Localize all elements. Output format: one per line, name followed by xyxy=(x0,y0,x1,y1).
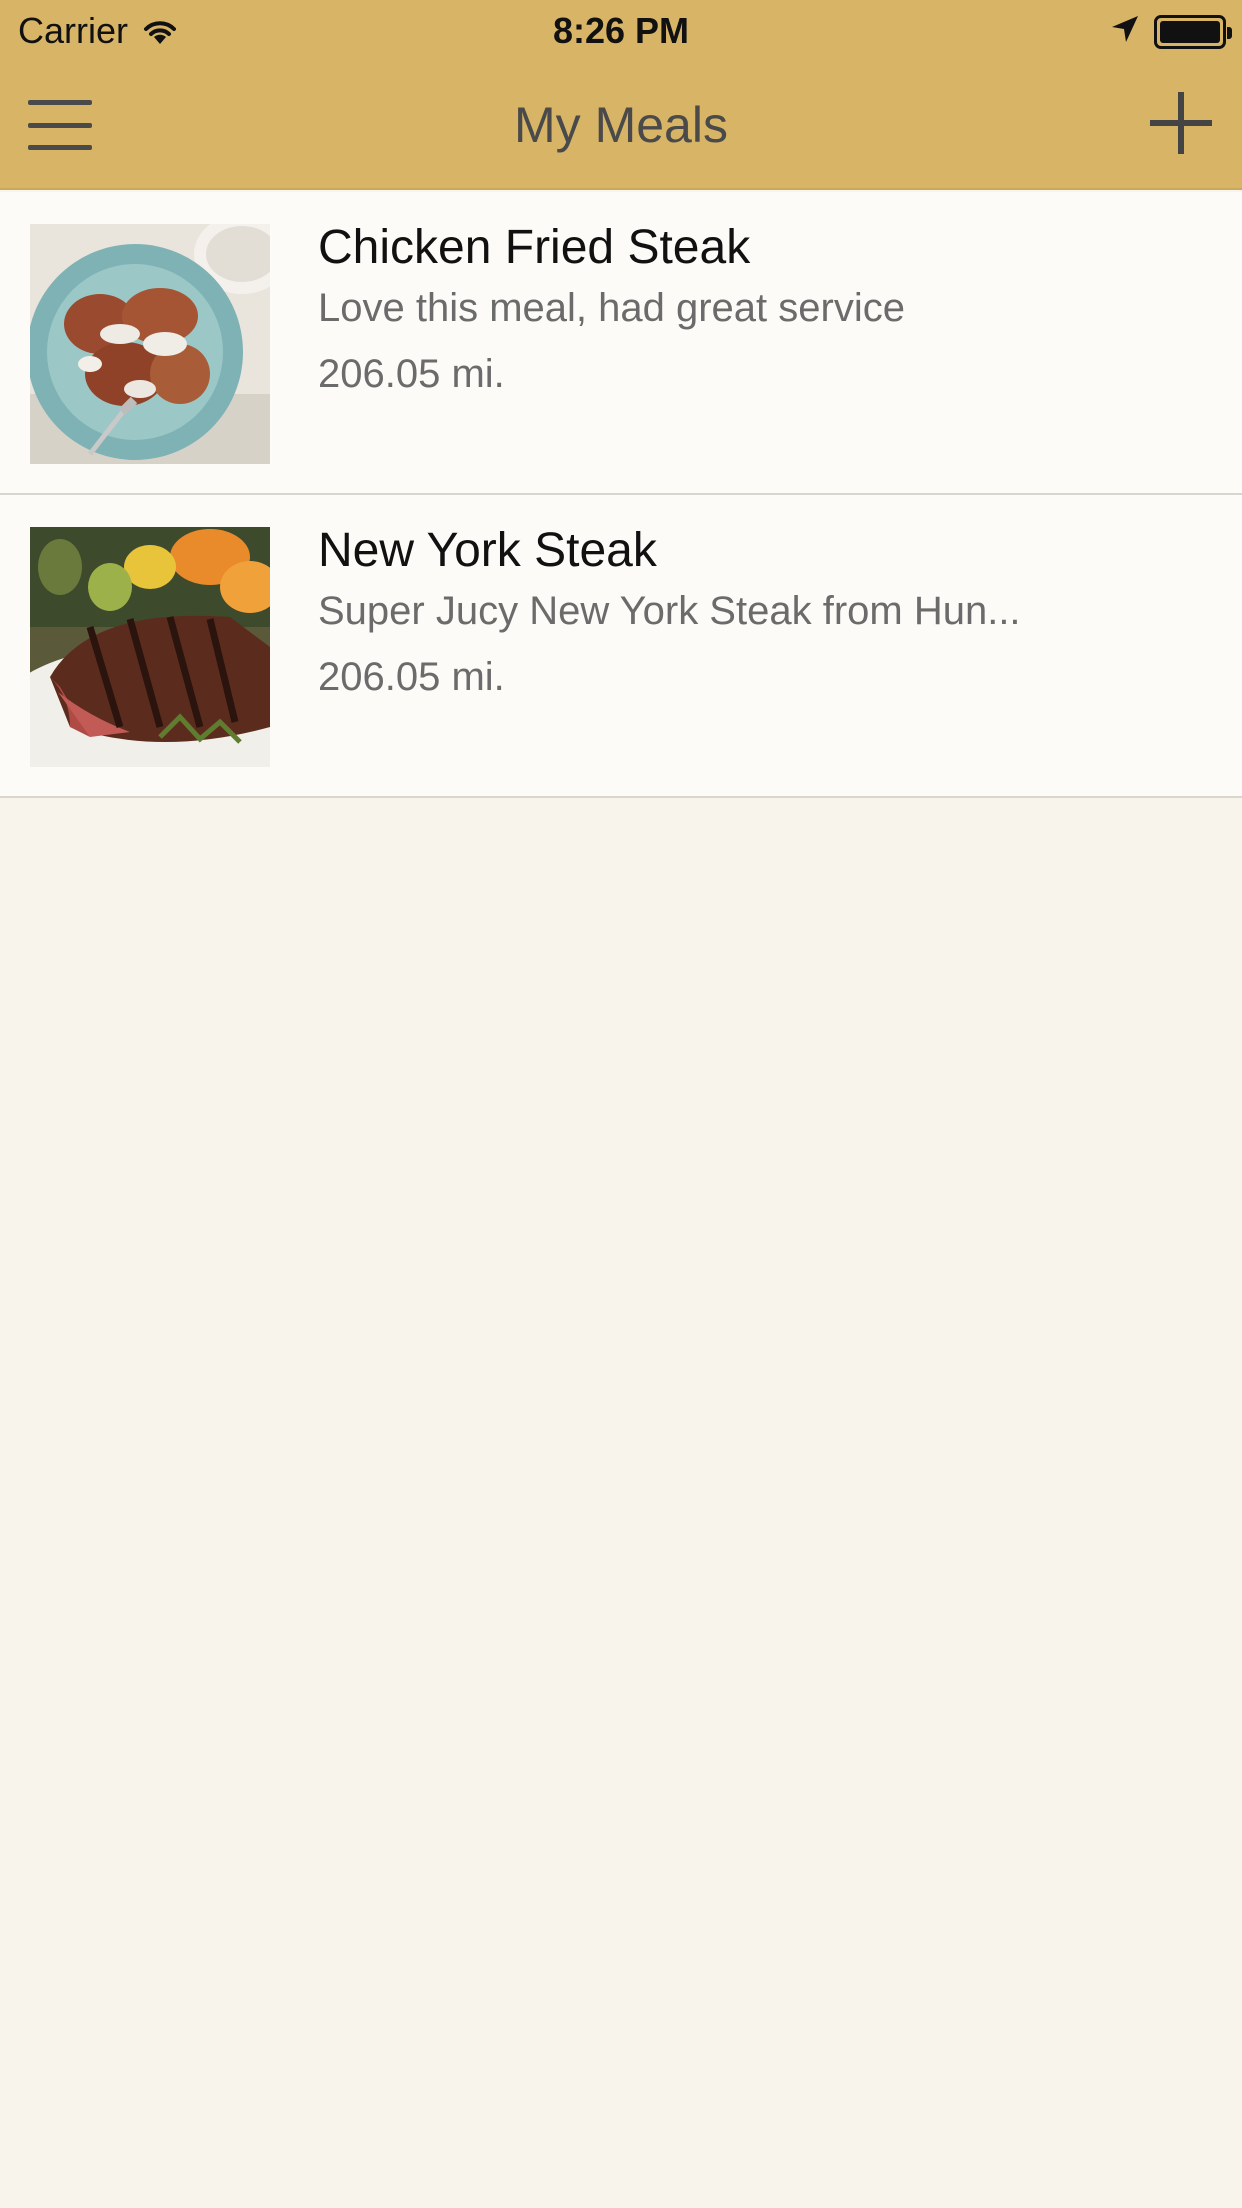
meal-distance: 206.05 mi. xyxy=(318,352,505,396)
top-bar: Carrier 8:26 PM My Meals xyxy=(0,0,1242,190)
list-item[interactable]: New York Steak Super Jucy New York Steak… xyxy=(0,495,1242,798)
app-screen: Carrier 8:26 PM My Meals Chicken Fried S… xyxy=(0,0,1242,2208)
page-title: My Meals xyxy=(514,97,728,153)
battery-level xyxy=(1160,20,1220,43)
meal-distance: 206.05 mi. xyxy=(318,655,505,699)
meal-list: Chicken Fried Steak Love this meal, had … xyxy=(0,192,1242,798)
navigation-bar: My Meals xyxy=(0,60,1242,190)
list-item[interactable]: Chicken Fried Steak Love this meal, had … xyxy=(0,192,1242,495)
meal-name: Chicken Fried Steak xyxy=(318,221,751,274)
meal-description: Super Jucy New York Steak from Hun... xyxy=(318,589,1021,633)
meal-description: Love this meal, had great service xyxy=(318,286,905,330)
status-right-group xyxy=(1110,14,1232,49)
chicken-fried-steak-photo xyxy=(30,224,270,464)
status-bar: Carrier 8:26 PM xyxy=(0,0,1242,60)
meal-name: New York Steak xyxy=(318,524,657,577)
plus-icon[interactable] xyxy=(1150,92,1212,154)
status-time: 8:26 PM xyxy=(552,10,690,51)
location-arrow-icon xyxy=(1110,14,1140,49)
new-york-steak-photo xyxy=(30,527,270,767)
battery-icon xyxy=(1154,14,1232,49)
